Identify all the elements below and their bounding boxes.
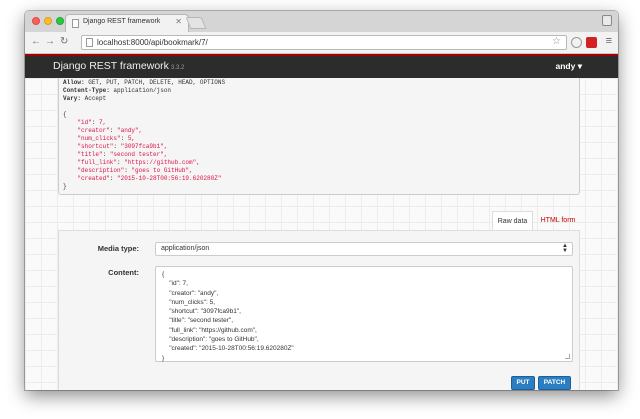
screenshot-stage: Django REST framework ✕ ← → ↻ localhost:… <box>0 0 640 419</box>
back-arrow-icon[interactable]: ← <box>31 36 41 48</box>
user-menu[interactable]: andy ▾ <box>556 61 583 72</box>
response-header: Vary: Accept <box>63 95 107 102</box>
content-line: "full_link": "https://github.com", <box>162 326 257 334</box>
extension-icon[interactable] <box>571 37 582 48</box>
tab-html-form[interactable]: HTML form <box>538 211 578 230</box>
response-header: Content-Type: application/json <box>63 87 172 94</box>
select-arrows-icon: ▲ ▼ <box>562 243 568 254</box>
put-button[interactable]: PUT <box>511 376 535 390</box>
content-line: "creator": "andy", <box>162 289 219 297</box>
media-type-value: application/json <box>161 245 210 252</box>
content-line: "id": 7, <box>162 280 188 288</box>
json-line: "id": 7, <box>77 119 107 126</box>
browser-window: Django REST framework ✕ ← → ↻ localhost:… <box>25 11 618 390</box>
json-line: "creator": "andy", <box>77 127 143 134</box>
raw-data-form: Media type: application/json ▲ ▼ Content:… <box>58 230 580 390</box>
response-panel: Allow: GET, PUT, PATCH, DELETE, HEAD, OP… <box>58 78 580 195</box>
content-line: } <box>162 354 165 362</box>
caret-down-icon: ▾ <box>577 61 582 71</box>
tab-title: Django REST framework <box>83 18 161 25</box>
user-name[interactable]: andy <box>556 61 576 71</box>
content-line: "created": "2015-10-28T00:56:19.620280Z" <box>162 345 294 353</box>
browser-tab[interactable]: Django REST framework ✕ <box>65 14 189 32</box>
reload-icon[interactable]: ↻ <box>60 36 68 48</box>
zoom-window-button[interactable] <box>56 17 64 25</box>
page-content: Allow: GET, PUT, PATCH, DELETE, HEAD, OP… <box>25 78 618 390</box>
version-label: 3.3.2 <box>170 65 185 71</box>
address-bar[interactable]: localhost:8000/api/bookmark/7/ ☆ <box>81 35 567 50</box>
media-type-select[interactable]: application/json ▲ ▼ <box>155 242 573 256</box>
json-line: "description": "goes to GitHub", <box>77 167 193 174</box>
patch-button[interactable]: PATCH <box>538 376 571 390</box>
app-navbar: Django REST framework 3.3.2 andy ▾ <box>25 54 618 78</box>
close-tab-icon[interactable]: ✕ <box>175 17 182 26</box>
menu-icon[interactable]: ≡ <box>606 35 612 47</box>
json-brace-close: } <box>63 183 67 190</box>
content-line: "title": "second tester", <box>162 317 234 325</box>
json-line: "title": "second tester", <box>77 151 168 158</box>
json-line: "created": "2015-10-28T00:56:19.620280Z" <box>77 175 222 182</box>
content-line: "description": "goes to GitHub", <box>162 336 259 344</box>
close-window-button[interactable] <box>32 17 40 25</box>
content-line: { <box>162 271 165 278</box>
tab-strip: Django REST framework ✕ <box>25 11 618 32</box>
extension-red-icon[interactable] <box>586 37 597 48</box>
resize-handle[interactable] <box>565 354 570 359</box>
profile-icon[interactable] <box>602 15 612 26</box>
browser-toolbar: ← → ↻ localhost:8000/api/bookmark/7/ ☆ ≡ <box>25 32 618 54</box>
media-type-label: Media type: <box>97 244 139 253</box>
json-line: "full_link": "https://github.com", <box>77 159 200 166</box>
address-url[interactable]: localhost:8000/api/bookmark/7/ <box>97 37 208 49</box>
brand-title[interactable]: Django REST framework <box>53 60 169 72</box>
content-label: Content: <box>108 268 139 277</box>
forward-arrow-icon[interactable]: → <box>45 36 55 48</box>
json-line: "num_clicks": 5, <box>77 135 136 142</box>
page-icon <box>72 19 79 28</box>
page-icon <box>86 38 93 47</box>
json-brace-open: { <box>63 111 67 118</box>
content-line: "shortcut": "3097fca9b1", <box>162 308 241 316</box>
minimize-window-button[interactable] <box>44 17 52 25</box>
content-textarea[interactable]: { "id": 7, "creator": "andy", "num_click… <box>155 266 573 362</box>
tab-raw-data[interactable]: Raw data <box>492 211 533 230</box>
brand[interactable]: Django REST framework 3.3.2 <box>53 60 184 72</box>
json-line: "shortcut": "3097fca9b1", <box>77 143 168 150</box>
bookmark-star-icon[interactable]: ☆ <box>552 36 561 47</box>
content-line: "num_clicks": 5, <box>162 298 216 306</box>
response-header: Allow: GET, PUT, PATCH, DELETE, HEAD, OP… <box>63 79 226 86</box>
